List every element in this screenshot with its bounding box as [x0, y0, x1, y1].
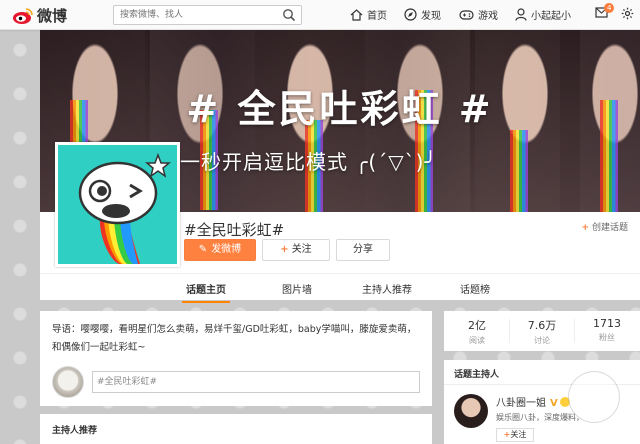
create-topic-label: 创建话题	[591, 223, 628, 233]
top-nav-bar: 微博 首页 发现 游戏 小起起小	[0, 0, 640, 30]
topic-host-title: 话题主持人	[454, 370, 500, 380]
tab-photo-wall[interactable]: 图片墙	[282, 281, 312, 296]
follow-label: 关注	[291, 244, 312, 255]
topic-description: 导语：嘤嘤嘤，看明星们怎么卖萌，易烊千玺/GD吐彩虹，baby学喵叫，滕旋爱卖萌…	[52, 324, 417, 353]
follow-host-button[interactable]: +关注	[496, 428, 534, 442]
nav-home[interactable]: 首页	[350, 7, 387, 22]
banner-subtitle: 一秒开启逗比模式 ╭(´▽`)╯	[180, 150, 438, 174]
stat-fans-value: 1713	[593, 317, 621, 330]
search-box	[113, 5, 302, 25]
stat-discussions: 7.6万 讨论	[509, 317, 575, 346]
message-count-badge: 4	[604, 3, 615, 13]
plus-icon: +	[280, 244, 289, 255]
edit-icon: ✎	[198, 244, 208, 255]
topic-tabs: 话题主页 图片墙 主持人推荐 话题榜	[40, 273, 640, 303]
topic-description-card: 导语：嘤嘤嘤，看明星们怎么卖萌，易烊千玺/GD吐彩虹，baby学喵叫，滕旋爱卖萌…	[40, 311, 432, 406]
share-button[interactable]: 分享	[336, 239, 390, 261]
user-icon	[515, 8, 527, 21]
topic-stats: 2亿 阅读 7.6万 讨论 1713 粉丝	[444, 311, 640, 351]
user-avatar[interactable]	[52, 366, 84, 398]
home-icon	[350, 8, 363, 21]
nav-discover-label: 发现	[421, 11, 441, 22]
host-recommend-title: 主持人推荐	[52, 426, 98, 436]
nav-user-name: 小起起小	[531, 11, 571, 22]
host-recommend-card: 主持人推荐	[40, 414, 432, 444]
gamepad-icon	[459, 9, 474, 20]
nav-discover[interactable]: 发现	[404, 7, 441, 22]
gear-icon	[621, 7, 634, 20]
search-icon[interactable]	[282, 8, 296, 22]
plus-icon: +	[581, 223, 589, 233]
weibo-logo-icon	[13, 7, 33, 24]
rainbow-mascot-icon	[58, 145, 177, 264]
follow-host-label: 关注	[510, 430, 527, 439]
watermark-logo	[568, 371, 620, 423]
banner-title: # 全民吐彩虹 #	[186, 87, 494, 131]
nav-settings[interactable]	[621, 7, 634, 20]
follow-topic-button[interactable]: + 关注	[262, 239, 330, 261]
host-name[interactable]: 八卦圈一姐	[496, 398, 546, 409]
verified-badge-icon: V	[550, 398, 558, 409]
nav-games[interactable]: 游戏	[459, 7, 498, 22]
host-avatar[interactable]	[454, 394, 488, 428]
topic-header-card: # 全民吐彩虹 # 一秒开启逗比模式 ╭(´▽`)╯ #全民吐彩虹# + 创建话题	[40, 30, 640, 303]
create-topic-link[interactable]: + 创建话题	[581, 220, 628, 233]
stat-discussions-value: 7.6万	[527, 319, 557, 332]
search-input[interactable]	[120, 6, 280, 24]
stat-reads-value: 2亿	[468, 319, 486, 332]
topic-avatar-image	[58, 145, 177, 264]
host-name-row: 八卦圈一姐 V	[496, 394, 570, 409]
logo-text: 微博	[37, 7, 68, 25]
stat-fans: 1713 粉丝	[574, 317, 640, 343]
topic-avatar	[55, 142, 180, 267]
compass-icon	[404, 8, 417, 21]
post-weibo-label: 发微博	[211, 244, 242, 255]
stat-fans-label: 粉丝	[599, 333, 615, 342]
nav-user-profile[interactable]: 小起起小	[515, 7, 571, 22]
topic-title: #全民吐彩虹#	[184, 221, 285, 239]
host-description: 娱乐圈八卦，深度爆料，	[496, 413, 584, 422]
weibo-logo[interactable]: 微博	[12, 5, 67, 26]
post-composer-input[interactable]: #全民吐彩虹#	[92, 371, 420, 393]
nav-games-label: 游戏	[478, 11, 498, 22]
post-weibo-button[interactable]: ✎ 发微博	[184, 239, 256, 261]
tab-topic-ranking[interactable]: 话题榜	[460, 281, 490, 296]
nav-home-label: 首页	[367, 11, 387, 22]
stat-discussions-label: 讨论	[534, 336, 550, 345]
tab-host-recommend[interactable]: 主持人推荐	[362, 281, 412, 296]
share-label: 分享	[353, 244, 373, 255]
stat-reads: 2亿 阅读	[444, 317, 510, 346]
stat-reads-label: 阅读	[469, 336, 485, 345]
tab-topic-home[interactable]: 话题主页	[182, 281, 230, 303]
